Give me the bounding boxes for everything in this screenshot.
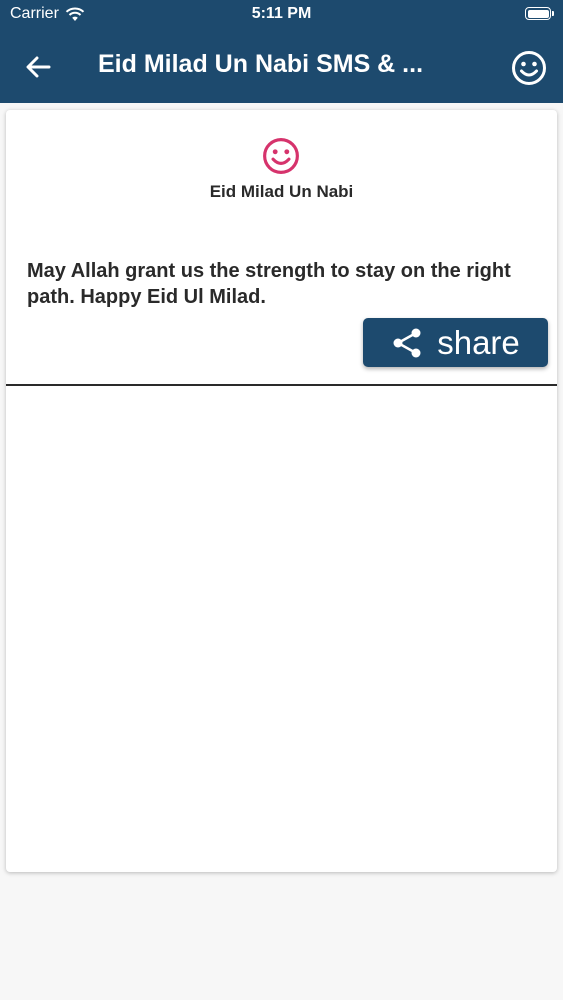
card-title: Eid Milad Un Nabi [209,182,354,201]
toolbar: Eid Milad Un Nabi SMS & ... [0,34,563,100]
page-title: Eid Milad Un Nabi SMS & ... [98,50,424,78]
message-text: May Allah grant us the strength to stay … [27,260,511,308]
back-button[interactable] [16,46,60,88]
divider [6,384,557,386]
share-icon [393,328,421,357]
smiley-icon [263,138,299,174]
share-label: share [437,323,520,361]
share-button[interactable]: share [363,318,548,367]
status-bar: Carrier 5:11 PM [0,0,563,30]
battery-fill [527,9,549,18]
status-time: 5:11 PM [251,5,312,22]
app-bar: Carrier 5:11 PM Eid Milad Un Nabi SMS & … [0,0,563,103]
message-card: Eid Milad Un Nabi May Allah grant us the… [6,110,557,872]
battery-icon [525,7,554,20]
arrow-left-icon [26,56,51,78]
emoji-button[interactable] [507,46,551,90]
smiley-icon [512,51,546,85]
